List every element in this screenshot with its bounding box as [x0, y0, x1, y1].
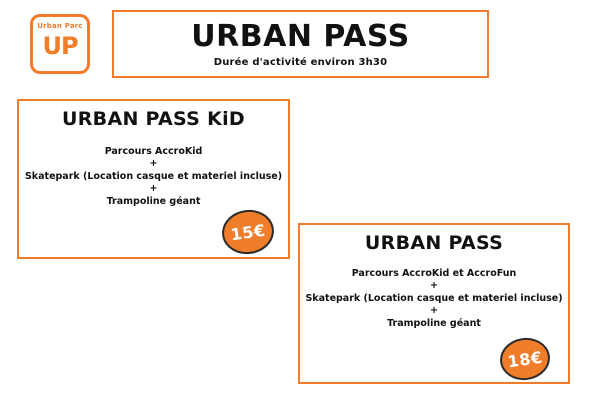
- card-body: Parcours AccroKid + Skatepark (Location …: [19, 146, 288, 209]
- activity-line: Parcours AccroKid et AccroFun: [351, 267, 517, 279]
- plus-sign: +: [149, 183, 158, 195]
- plus-sign: +: [430, 305, 438, 317]
- activity-line: Parcours AccroKid: [104, 145, 203, 157]
- plus-sign: +: [149, 158, 158, 170]
- activity-line: Trampoline géant: [387, 318, 481, 330]
- logo-mark: UP: [42, 32, 78, 60]
- page-header: URBAN PASS Durée d'activité environ 3h30: [112, 10, 489, 78]
- card-body: Parcours AccroKid et AccroFun + Skatepar…: [300, 268, 568, 331]
- activity-duration: Durée d'activité environ 3h30: [213, 57, 388, 68]
- plus-sign: +: [430, 280, 438, 292]
- activity-line: Skatepark (Location casque et materiel i…: [305, 292, 563, 304]
- urban-parc-logo: Urban Parc UP: [30, 14, 90, 74]
- logo-top-text: Urban Parc: [37, 22, 83, 30]
- activity-line: Trampoline géant: [106, 196, 201, 208]
- activity-line: Skatepark (Location casque et materiel i…: [24, 170, 283, 182]
- page-title: URBAN PASS: [191, 19, 410, 54]
- card-title: URBAN PASS KiD: [62, 108, 245, 130]
- card-title: URBAN PASS: [364, 232, 504, 254]
